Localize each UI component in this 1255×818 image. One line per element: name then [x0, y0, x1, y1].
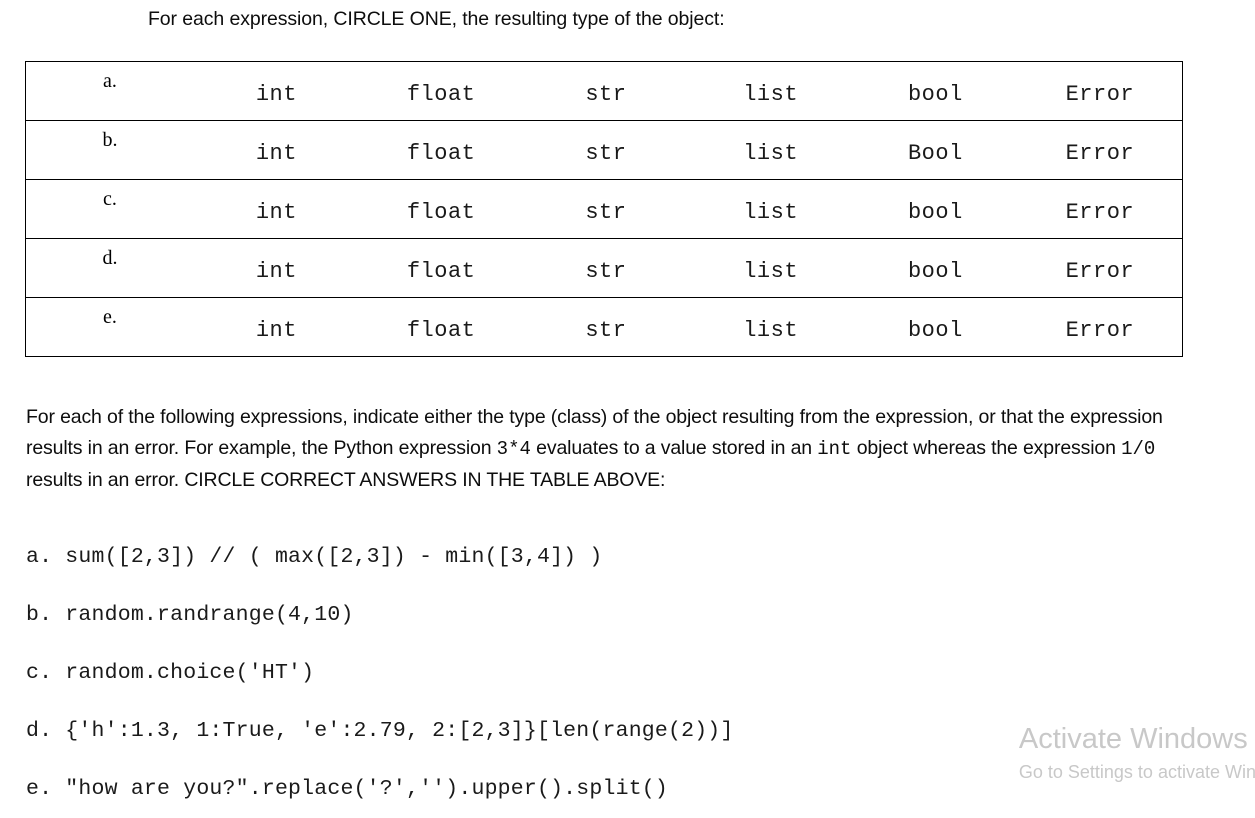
option-cell-float[interactable]: float — [358, 238, 524, 298]
option-label: str — [585, 82, 627, 107]
expression-item-b: b. random.randrange(4,10) — [26, 603, 354, 627]
option-cell-error[interactable]: Error — [1017, 179, 1183, 239]
option-cell-list[interactable]: list — [688, 61, 853, 121]
option-label: str — [585, 318, 627, 343]
option-cell-int[interactable]: int — [194, 179, 359, 239]
expression-item-c: c. random.choice('HT') — [26, 661, 315, 685]
prompt-heading: For each expression, CIRCLE ONE, the res… — [148, 8, 725, 30]
option-label: float — [406, 318, 476, 343]
instructions-paragraph: For each of the following expressions, i… — [26, 402, 1216, 496]
option-label: bool — [907, 318, 963, 343]
option-label: int — [255, 200, 297, 225]
option-label: Error — [1065, 200, 1135, 225]
option-cell-bool[interactable]: bool — [853, 297, 1018, 357]
option-label: int — [255, 141, 297, 166]
option-label: list — [743, 318, 799, 343]
row-letter: c. — [103, 188, 117, 210]
option-cell-error[interactable]: Error — [1017, 297, 1183, 357]
option-cell-error[interactable]: Error — [1017, 120, 1183, 180]
instructions-segment-4: results in an error. CIRCLE CORRECT ANSW… — [26, 469, 666, 491]
option-label: int — [255, 259, 297, 284]
page-edge-marker: . — [0, 8, 1, 27]
option-cell-bool[interactable]: Bool — [853, 120, 1018, 180]
option-label: Error — [1065, 82, 1135, 107]
inline-code-div-zero: 1/0 — [1121, 438, 1156, 460]
option-cell-float[interactable]: float — [358, 179, 524, 239]
option-cell-list[interactable]: list — [688, 297, 853, 357]
option-cell-list[interactable]: list — [688, 238, 853, 298]
option-cell-list[interactable]: list — [688, 179, 853, 239]
option-cell-int[interactable]: int — [194, 61, 359, 121]
row-letter: e. — [103, 306, 117, 328]
option-cell-str[interactable]: str — [523, 179, 689, 239]
instructions-segment-2: evaluates to a value stored in an — [530, 437, 818, 459]
option-label: str — [585, 259, 627, 284]
option-cell-int[interactable]: int — [194, 238, 359, 298]
option-cell-int[interactable]: int — [194, 120, 359, 180]
expression-list: a. sum([2,3]) // ( max([2,3]) - min([3,4… — [26, 528, 1126, 818]
option-label: bool — [907, 259, 963, 284]
option-label: Error — [1065, 259, 1135, 284]
row-letter: b. — [102, 129, 118, 151]
option-cell-list[interactable]: list — [688, 120, 853, 180]
option-label: Error — [1065, 141, 1135, 166]
inline-code-3x4: 3*4 — [496, 438, 531, 460]
option-label: float — [406, 82, 476, 107]
table-row: b. int float str list Bool Error — [25, 120, 1183, 180]
answer-table: a. int float str list bool Error b. int … — [25, 61, 1183, 357]
option-cell-str[interactable]: str — [523, 120, 689, 180]
option-cell-int[interactable]: int — [194, 297, 359, 357]
option-label: list — [743, 259, 799, 284]
option-label: Error — [1065, 318, 1135, 343]
option-label: int — [255, 82, 297, 107]
option-cell-bool[interactable]: bool — [853, 179, 1018, 239]
expression-item-d: d. {'h':1.3, 1:True, 'e':2.79, 2:[2,3]}[… — [26, 719, 734, 743]
option-label: float — [406, 141, 476, 166]
option-cell-bool[interactable]: bool — [853, 61, 1018, 121]
option-cell-bool[interactable]: bool — [853, 238, 1018, 298]
expression-item-a: a. sum([2,3]) // ( max([2,3]) - min([3,4… — [26, 545, 603, 569]
expression-item-e: e. "how are you?".replace('?','').upper(… — [26, 777, 669, 801]
option-label: float — [406, 259, 476, 284]
row-letter-cell: e. — [25, 297, 194, 357]
row-letter-cell: d. — [25, 238, 194, 298]
option-label: str — [585, 200, 627, 225]
option-cell-str[interactable]: str — [523, 61, 689, 121]
answer-table-body: a. int float str list bool Error b. int … — [25, 61, 1183, 357]
row-letter: a. — [103, 70, 117, 92]
option-label: float — [406, 200, 476, 225]
table-row: a. int float str list bool Error — [25, 61, 1183, 121]
table-row: e. int float str list bool Error — [25, 297, 1183, 357]
table-row: d. int float str list bool Error — [25, 238, 1183, 298]
option-cell-str[interactable]: str — [523, 297, 689, 357]
option-label: list — [743, 82, 799, 107]
option-cell-float[interactable]: float — [358, 120, 524, 180]
row-letter-cell: b. — [25, 120, 194, 180]
option-label: list — [743, 200, 799, 225]
option-label: int — [255, 318, 297, 343]
option-label: list — [743, 141, 799, 166]
instructions-segment-3: object whereas the expression — [851, 437, 1122, 459]
option-cell-error[interactable]: Error — [1017, 61, 1183, 121]
table-row: c. int float str list bool Error — [25, 179, 1183, 239]
row-letter-cell: c. — [25, 179, 194, 239]
inline-code-int: int — [817, 438, 852, 460]
option-cell-float[interactable]: float — [358, 297, 524, 357]
option-cell-float[interactable]: float — [358, 61, 524, 121]
option-label: Bool — [907, 141, 963, 166]
option-label: bool — [907, 82, 963, 107]
option-label: bool — [907, 200, 963, 225]
row-letter-cell: a. — [25, 61, 194, 121]
row-letter: d. — [102, 247, 118, 269]
option-label: str — [585, 141, 627, 166]
option-cell-str[interactable]: str — [523, 238, 689, 298]
option-cell-error[interactable]: Error — [1017, 238, 1183, 298]
